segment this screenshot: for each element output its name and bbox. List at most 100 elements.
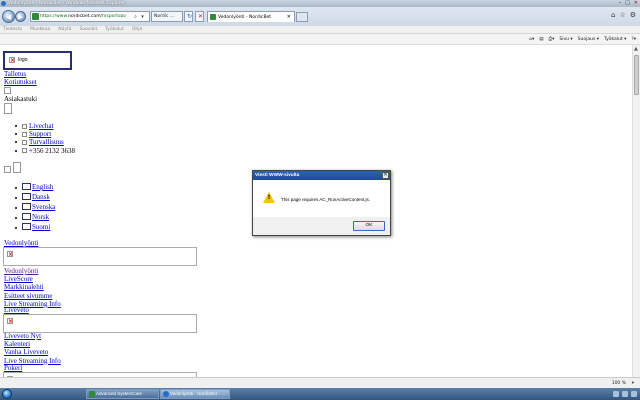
placeholder-image: [4, 103, 12, 114]
vedonlyonti-links: Vedonlyönti LiveScore Markkinalehti Esit…: [4, 267, 61, 308]
url-path: /fi/sportsbo: [100, 14, 126, 19]
link-livescore[interactable]: LiveScore: [4, 275, 61, 283]
lang-norsk[interactable]: Norsk: [32, 213, 49, 221]
placeholder-image: [4, 166, 11, 173]
placeholder-image: [4, 87, 11, 94]
close-icon[interactable]: ✕: [634, 0, 638, 7]
tools-menu[interactable]: Työkalut ▾: [604, 35, 626, 44]
browser-tools: ⌂ ☆ ⚙: [611, 11, 636, 19]
tray-icon[interactable]: [631, 391, 637, 397]
window-title: Vedonlyönti - NordicBet - Windows Intern…: [8, 1, 126, 6]
menu-help[interactable]: Ohje: [132, 26, 142, 33]
flag-icon: [22, 193, 31, 200]
url-prefix: https://www.: [40, 14, 69, 19]
command-bar: ⌂▾ ▤ ⎙▾ Sivu ▾ Suojaus ▾ Työkalut ▾ ?▾: [0, 34, 640, 45]
lang-english[interactable]: English: [32, 183, 53, 191]
link-vanha-liveveto[interactable]: Vanha Liveveto: [4, 348, 61, 356]
list-item: Turvallisuus: [14, 138, 75, 146]
feeds-icon[interactable]: ▤: [539, 35, 543, 44]
menu-bar: Tiedosto Muokkaa Näytä Suosikit Työkalut…: [0, 26, 640, 34]
tray-icon[interactable]: [613, 391, 619, 397]
link-esitteet[interactable]: Esitteet sivumme: [4, 292, 61, 300]
zoom-dropdown-icon[interactable]: ▾: [632, 380, 634, 387]
taskbar-internet-explorer[interactable]: Vedonlyönti - NordicBet - ...: [160, 389, 230, 399]
support-icon: [22, 131, 27, 137]
section-pokeri[interactable]: Pokeri: [4, 364, 22, 372]
phone-number: +356 2132 3638: [29, 146, 75, 155]
placeholder-image: [13, 162, 21, 173]
link-livechat[interactable]: Livechat: [29, 122, 54, 130]
maximize-icon[interactable]: □: [625, 0, 630, 7]
dialog-body: ! This page requires AC_RunActiveContent…: [253, 180, 390, 217]
home-cmd-icon[interactable]: ⌂▾: [529, 35, 534, 44]
home-icon[interactable]: ⌂: [611, 11, 615, 19]
address-url[interactable]: https://www.nordicbet.com/fi/sportsbo: [40, 14, 132, 19]
section-vedonlyonti[interactable]: Vedonlyönti: [4, 239, 38, 247]
scrollbar-thumb[interactable]: [634, 55, 639, 95]
vertical-scrollbar[interactable]: ▲: [632, 45, 640, 377]
dialog-title: Viesti WWW-sivulta: [253, 171, 390, 180]
link-kotiutukset[interactable]: Kotiutukset: [4, 78, 37, 86]
menu-favorites[interactable]: Suosikit: [80, 26, 98, 33]
site-identity-button[interactable]: Nordic ...: [151, 11, 183, 22]
link-kalenteri[interactable]: Kalenteri: [4, 340, 61, 348]
minimize-icon[interactable]: –: [619, 0, 622, 7]
banner-image[interactable]: ×: [3, 314, 197, 333]
link-liveveto-nyt[interactable]: Liveveto Nyt: [4, 332, 61, 340]
menu-file[interactable]: Tiedosto: [3, 26, 22, 33]
taskbar-advanced-systemcare[interactable]: Advanced SystemCare: [86, 389, 159, 399]
ok-button[interactable]: OK: [353, 221, 385, 231]
back-button[interactable]: ◀: [2, 10, 15, 23]
lang-suomi[interactable]: Suomi: [32, 223, 50, 231]
language-item: Suomi: [14, 223, 55, 233]
favorites-star-icon[interactable]: ☆: [619, 11, 625, 19]
dialog-close-icon[interactable]: ✕: [382, 172, 389, 179]
window-titlebar: Vedonlyönti - NordicBet - Windows Intern…: [0, 0, 640, 7]
link-vedonlyonti[interactable]: Vedonlyönti: [4, 267, 61, 275]
tab-close-icon[interactable]: ✕: [287, 12, 291, 23]
lock-icon[interactable]: ▾: [139, 14, 146, 20]
tray-icon[interactable]: [622, 391, 628, 397]
address-bar[interactable]: https://www.nordicbet.com/fi/sportsbo ⌕ …: [30, 11, 150, 22]
refresh-icon[interactable]: ↻: [184, 11, 193, 22]
banner-image[interactable]: ×: [3, 247, 197, 266]
link-support[interactable]: Support: [29, 130, 51, 138]
print-icon[interactable]: ⎙▾: [549, 35, 555, 44]
scroll-up-icon[interactable]: ▲: [634, 46, 638, 52]
zoom-level[interactable]: 100 %: [612, 380, 626, 387]
tab-vedonlyonti[interactable]: Vedonlyönti - NordicBet ✕: [207, 11, 295, 22]
lang-svenska[interactable]: Svenska: [32, 203, 55, 211]
language-list: English Dansk Svenska Norsk Suomi: [14, 183, 55, 233]
phone-icon: [22, 148, 27, 154]
logo-alt-text: logo: [18, 57, 28, 63]
help-icon[interactable]: ?▾: [631, 35, 636, 44]
menu-view[interactable]: Näytä: [58, 26, 71, 33]
new-tab-button[interactable]: [296, 12, 308, 22]
forward-button[interactable]: ▶: [15, 11, 26, 22]
section-liveveto[interactable]: Liveveto: [4, 306, 29, 314]
safety-menu[interactable]: Suojaus ▾: [578, 35, 599, 44]
language-item: Dansk: [14, 193, 55, 203]
taskbar-item-label: Advanced SystemCare: [96, 391, 143, 396]
start-button[interactable]: [2, 389, 12, 399]
link-talletus[interactable]: Talletus: [4, 70, 26, 78]
flag-icon: [22, 213, 31, 220]
language-item: English: [14, 183, 55, 193]
flag-icon: [22, 223, 31, 230]
search-icon[interactable]: ⌕: [132, 14, 139, 20]
gear-icon[interactable]: ⚙: [630, 11, 636, 19]
link-markkinalehti[interactable]: Markkinalehti: [4, 283, 61, 291]
page-menu[interactable]: Sivu ▾: [559, 35, 572, 44]
stop-icon[interactable]: ✕: [195, 11, 204, 22]
link-turvallisuus[interactable]: Turvallisuus: [29, 138, 64, 146]
tab-label: Vedonlyönti - NordicBet: [218, 15, 272, 20]
taskbar-item-label: Vedonlyönti - NordicBet - ...: [170, 391, 225, 396]
ie-app-icon: [1, 1, 6, 6]
logo-box[interactable]: × logo: [3, 51, 72, 70]
asiakastuki-label: Asiakastuki: [4, 95, 38, 103]
lang-dansk[interactable]: Dansk: [32, 193, 50, 201]
navigation-bar: ◀ ▶ https://www.nordicbet.com/fi/sportsb…: [0, 7, 640, 26]
menu-edit[interactable]: Muokkaa: [30, 26, 50, 33]
site-favicon-icon: [32, 13, 39, 20]
menu-tools[interactable]: Työkalut: [105, 26, 124, 33]
